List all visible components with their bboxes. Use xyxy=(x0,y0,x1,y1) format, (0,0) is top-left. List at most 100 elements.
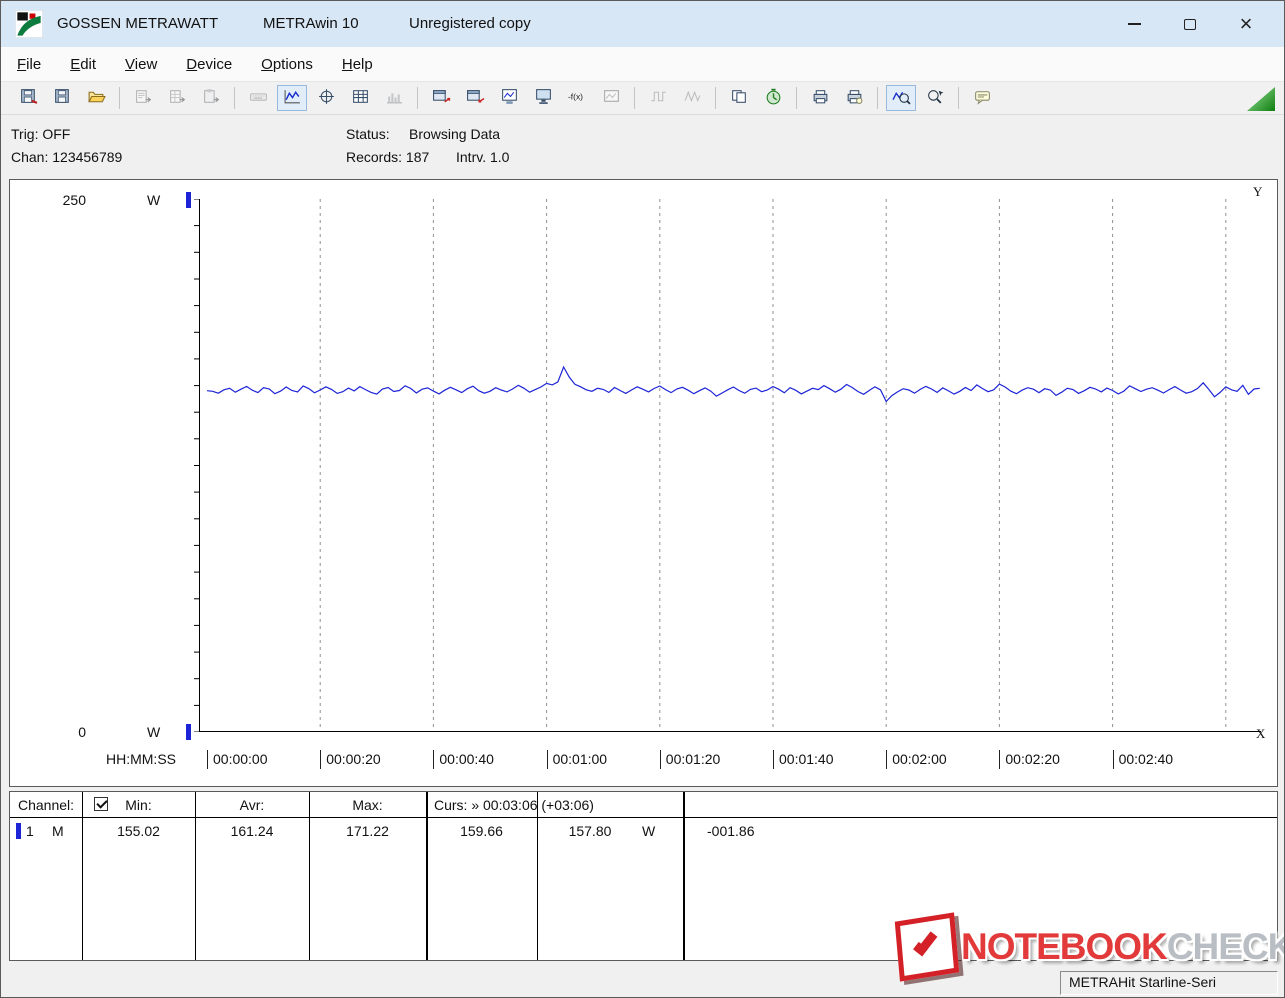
pulse-button[interactable] xyxy=(643,85,673,111)
notebookcheck-checkmark-icon xyxy=(894,912,960,982)
max-header: Max: xyxy=(352,797,383,813)
timer-button[interactable] xyxy=(758,85,788,111)
x-tick-label: 00:02:00 xyxy=(886,750,947,769)
header-divider xyxy=(10,817,1277,818)
table-button[interactable] xyxy=(345,85,375,111)
histogram-button[interactable] xyxy=(379,85,409,111)
menu-options[interactable]: Options xyxy=(251,51,323,78)
line-chart-button[interactable] xyxy=(277,85,307,111)
cursor-value-2: 157.80 xyxy=(568,823,612,839)
avr-header: Avr: xyxy=(239,797,265,813)
chart-panel: 250 W 0 W Y X HH:MM:SS 00:00:00 00:00:20 0… xyxy=(9,179,1278,787)
print-icon xyxy=(811,88,830,108)
menu-help[interactable]: Help xyxy=(332,51,383,78)
app-window: GOSSEN METRAWATT METRAwin 10 Unregistere… xyxy=(0,0,1285,998)
zoom-icon xyxy=(891,88,911,108)
x-tick-label: 00:01:20 xyxy=(659,750,720,769)
menu-view[interactable]: View xyxy=(115,51,167,78)
annotation-button[interactable] xyxy=(967,85,997,111)
records-status: Records: 187 xyxy=(346,149,430,165)
menu-bar: File Edit View Device Options Help xyxy=(1,47,1284,81)
title-license: Unregistered copy xyxy=(409,15,531,32)
interval-status: Intrv. 1.0 xyxy=(456,149,510,165)
green-corner-triangle-icon[interactable] xyxy=(1247,87,1275,111)
crosshair-icon xyxy=(317,88,336,108)
trigger-status: Trig: OFF xyxy=(11,126,71,142)
cursor-delta: -001.86 xyxy=(707,823,755,839)
save-as-button[interactable] xyxy=(13,85,43,111)
export-text-button[interactable] xyxy=(128,85,158,111)
meter-button[interactable] xyxy=(494,85,524,111)
menu-device[interactable]: Device xyxy=(176,51,242,78)
keyboard-icon xyxy=(249,88,268,108)
wave-button[interactable] xyxy=(677,85,707,111)
export-clip-icon xyxy=(202,88,221,108)
maximize-button[interactable] xyxy=(1162,1,1218,47)
minimize-button[interactable] xyxy=(1106,1,1162,47)
toolbar-separator xyxy=(119,87,120,109)
toolbar-separator xyxy=(234,87,235,109)
save-button[interactable] xyxy=(47,85,77,111)
toolbar-separator xyxy=(417,87,418,109)
toolbar-separator xyxy=(634,87,635,109)
cursor-unit: W xyxy=(642,823,656,839)
watermark-text-check: CHECK xyxy=(1166,926,1285,967)
keyboard-button[interactable] xyxy=(243,85,273,111)
copy-button[interactable] xyxy=(724,85,754,111)
power-chart[interactable] xyxy=(193,199,1268,732)
zoom-select-button[interactable] xyxy=(920,85,950,111)
histogram-icon xyxy=(385,88,404,108)
crosshair-button[interactable] xyxy=(311,85,341,111)
min-header: Min: xyxy=(125,797,152,813)
screen-button[interactable] xyxy=(596,85,626,111)
avr-value: 161.24 xyxy=(230,823,274,839)
channel-number: 1 xyxy=(26,823,34,839)
print-setup-button[interactable] xyxy=(839,85,869,111)
maximize-icon xyxy=(1184,18,1196,30)
pulse-icon xyxy=(649,88,668,108)
notebookcheck-watermark: NOTEBOOK CHECK xyxy=(894,912,1285,982)
x-tick-label: 00:02:20 xyxy=(999,750,1060,769)
x-tick-label: 00:00:00 xyxy=(207,750,268,769)
close-icon: × xyxy=(1239,11,1253,36)
dev-in-icon xyxy=(466,88,485,108)
open-icon xyxy=(87,88,106,108)
print-button[interactable] xyxy=(805,85,835,111)
app-logo-icon xyxy=(14,9,44,39)
menu-file[interactable]: File xyxy=(7,51,51,78)
monitor-button[interactable] xyxy=(528,85,558,111)
open-button[interactable] xyxy=(81,85,111,111)
watermark-text-notebook: NOTEBOOK xyxy=(961,926,1168,967)
dev-in-button[interactable] xyxy=(460,85,490,111)
channel-flag: M xyxy=(52,823,64,839)
menu-edit[interactable]: Edit xyxy=(60,51,106,78)
x-tick-label: 00:00:20 xyxy=(320,750,381,769)
dev-out-icon xyxy=(432,88,451,108)
meter-icon xyxy=(500,88,519,108)
x-axis-scroll-icon[interactable]: X xyxy=(1256,726,1265,742)
title-bar: GOSSEN METRAWATT METRAwin 10 Unregistere… xyxy=(1,1,1284,47)
export-text-icon xyxy=(134,88,153,108)
dev-out-button[interactable] xyxy=(426,85,456,111)
export-clip-button[interactable] xyxy=(196,85,226,111)
window-controls: × xyxy=(1106,1,1274,47)
zoom-select-icon xyxy=(926,88,945,108)
x-tick-label: 00:00:40 xyxy=(433,750,494,769)
wave-icon xyxy=(683,88,702,108)
screen-icon xyxy=(602,88,621,108)
save-as-icon xyxy=(19,88,38,108)
y-axis-unit-top: W xyxy=(147,192,161,208)
save-icon xyxy=(53,88,72,108)
status-label: Status: xyxy=(346,126,390,142)
y-axis-scroll-icon[interactable]: Y xyxy=(1253,184,1262,200)
export-table-icon xyxy=(168,88,187,108)
svg-text:-f(x): -f(x) xyxy=(568,92,583,102)
toolbar-separator xyxy=(958,87,959,109)
export-table-button[interactable] xyxy=(162,85,192,111)
zoom-button[interactable] xyxy=(886,85,916,111)
channel-1-marker-icon xyxy=(16,823,21,839)
x-axis-labels: HH:MM:SS 00:00:00 00:00:20 00:00:40 00:01:0… xyxy=(10,750,1277,776)
formula-button[interactable]: -f(x) xyxy=(562,85,592,111)
copy-icon xyxy=(730,88,749,108)
close-button[interactable]: × xyxy=(1218,1,1274,47)
